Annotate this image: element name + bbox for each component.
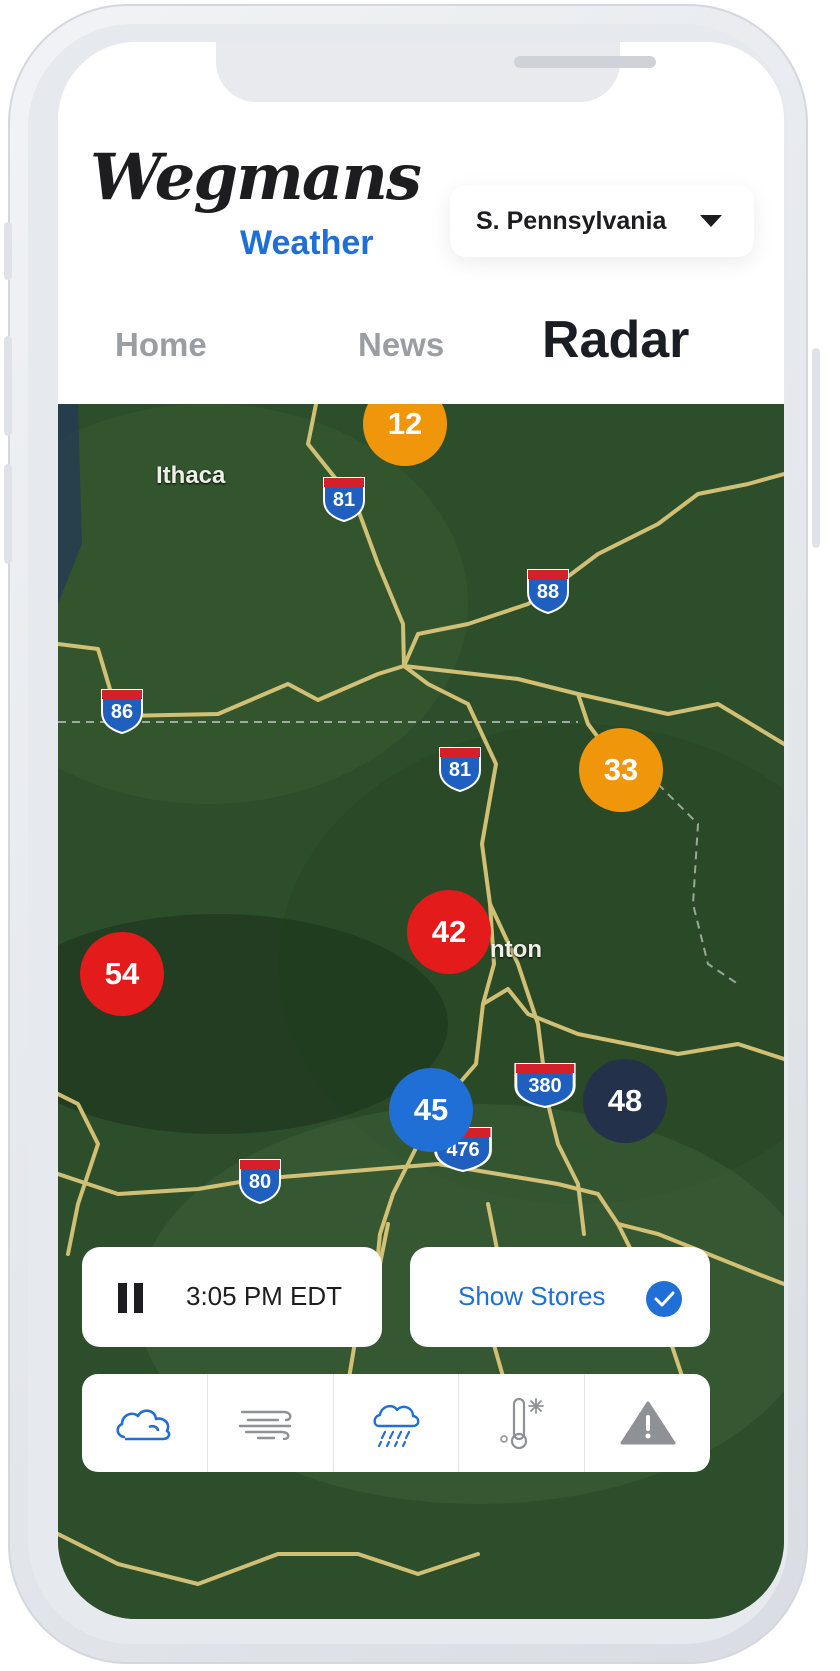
playback-control: 3:05 PM EDT (82, 1247, 382, 1347)
mute-switch (4, 222, 12, 280)
volume-down-button (4, 464, 12, 564)
brand-wordmark: Wegmans (90, 140, 422, 215)
interstate-shield-icon: 88 (524, 566, 572, 614)
interstate-shield-icon: 81 (320, 474, 368, 522)
interstate-number: 80 (248, 1171, 272, 1193)
wegmans-weather-logo: Wegmans Weather (90, 146, 422, 266)
interstate-shield-icon: 80 (236, 1156, 284, 1204)
speaker-grille (514, 56, 656, 68)
interstate-number: 380 (528, 1075, 562, 1097)
layer-temperature[interactable] (459, 1374, 586, 1472)
temperature-snow-icon (499, 1397, 544, 1450)
warning-icon (620, 1401, 676, 1445)
cloud-icon (116, 1409, 171, 1441)
power-button (812, 348, 820, 548)
layer-selector (82, 1374, 710, 1472)
layer-wind[interactable] (208, 1374, 334, 1472)
storm-marker[interactable]: 33 (579, 728, 663, 812)
region-dropdown-value: S. Pennsylvania (476, 206, 667, 235)
layer-alerts[interactable] (585, 1374, 710, 1472)
storm-marker[interactable]: 42 (407, 890, 491, 974)
brand-subtitle: Weather (240, 224, 374, 262)
interstate-shield-icon: 380 (510, 1060, 580, 1108)
interstate-shield-icon: 81 (436, 744, 484, 792)
storm-marker[interactable]: 45 (389, 1068, 473, 1152)
pause-icon[interactable] (118, 1283, 144, 1313)
layer-clouds[interactable] (82, 1374, 208, 1472)
wind-icon (238, 1410, 292, 1440)
city-label-ithaca: Ithaca (156, 462, 226, 489)
storm-marker[interactable]: 54 (80, 932, 164, 1016)
interstate-number: 81 (448, 759, 472, 781)
show-stores-toggle[interactable]: Show Stores (410, 1247, 710, 1347)
checkmark-icon[interactable] (646, 1281, 682, 1317)
interstate-number: 88 (536, 581, 560, 603)
city-label-partial: nton (490, 936, 542, 963)
interstate-shield-icon: 86 (98, 686, 146, 734)
volume-up-button (4, 336, 12, 436)
interstate-number: 81 (332, 489, 356, 511)
phone-notch (216, 42, 656, 102)
rain-icon (373, 1404, 420, 1448)
playback-time: 3:05 PM EDT (186, 1281, 343, 1311)
chevron-down-icon (700, 215, 722, 227)
region-dropdown[interactable]: S. Pennsylvania (450, 185, 754, 257)
storm-marker[interactable]: 48 (583, 1059, 667, 1143)
tab-radar[interactable]: Radar (542, 310, 689, 370)
tab-home[interactable]: Home (115, 326, 207, 364)
layer-precipitation[interactable] (334, 1374, 460, 1472)
interstate-number: 86 (110, 701, 134, 723)
show-stores-label: Show Stores (458, 1281, 606, 1311)
app-screen: Wegmans Weather S. Pennsylvania Home New… (58, 42, 784, 1619)
tab-news[interactable]: News (358, 326, 444, 364)
